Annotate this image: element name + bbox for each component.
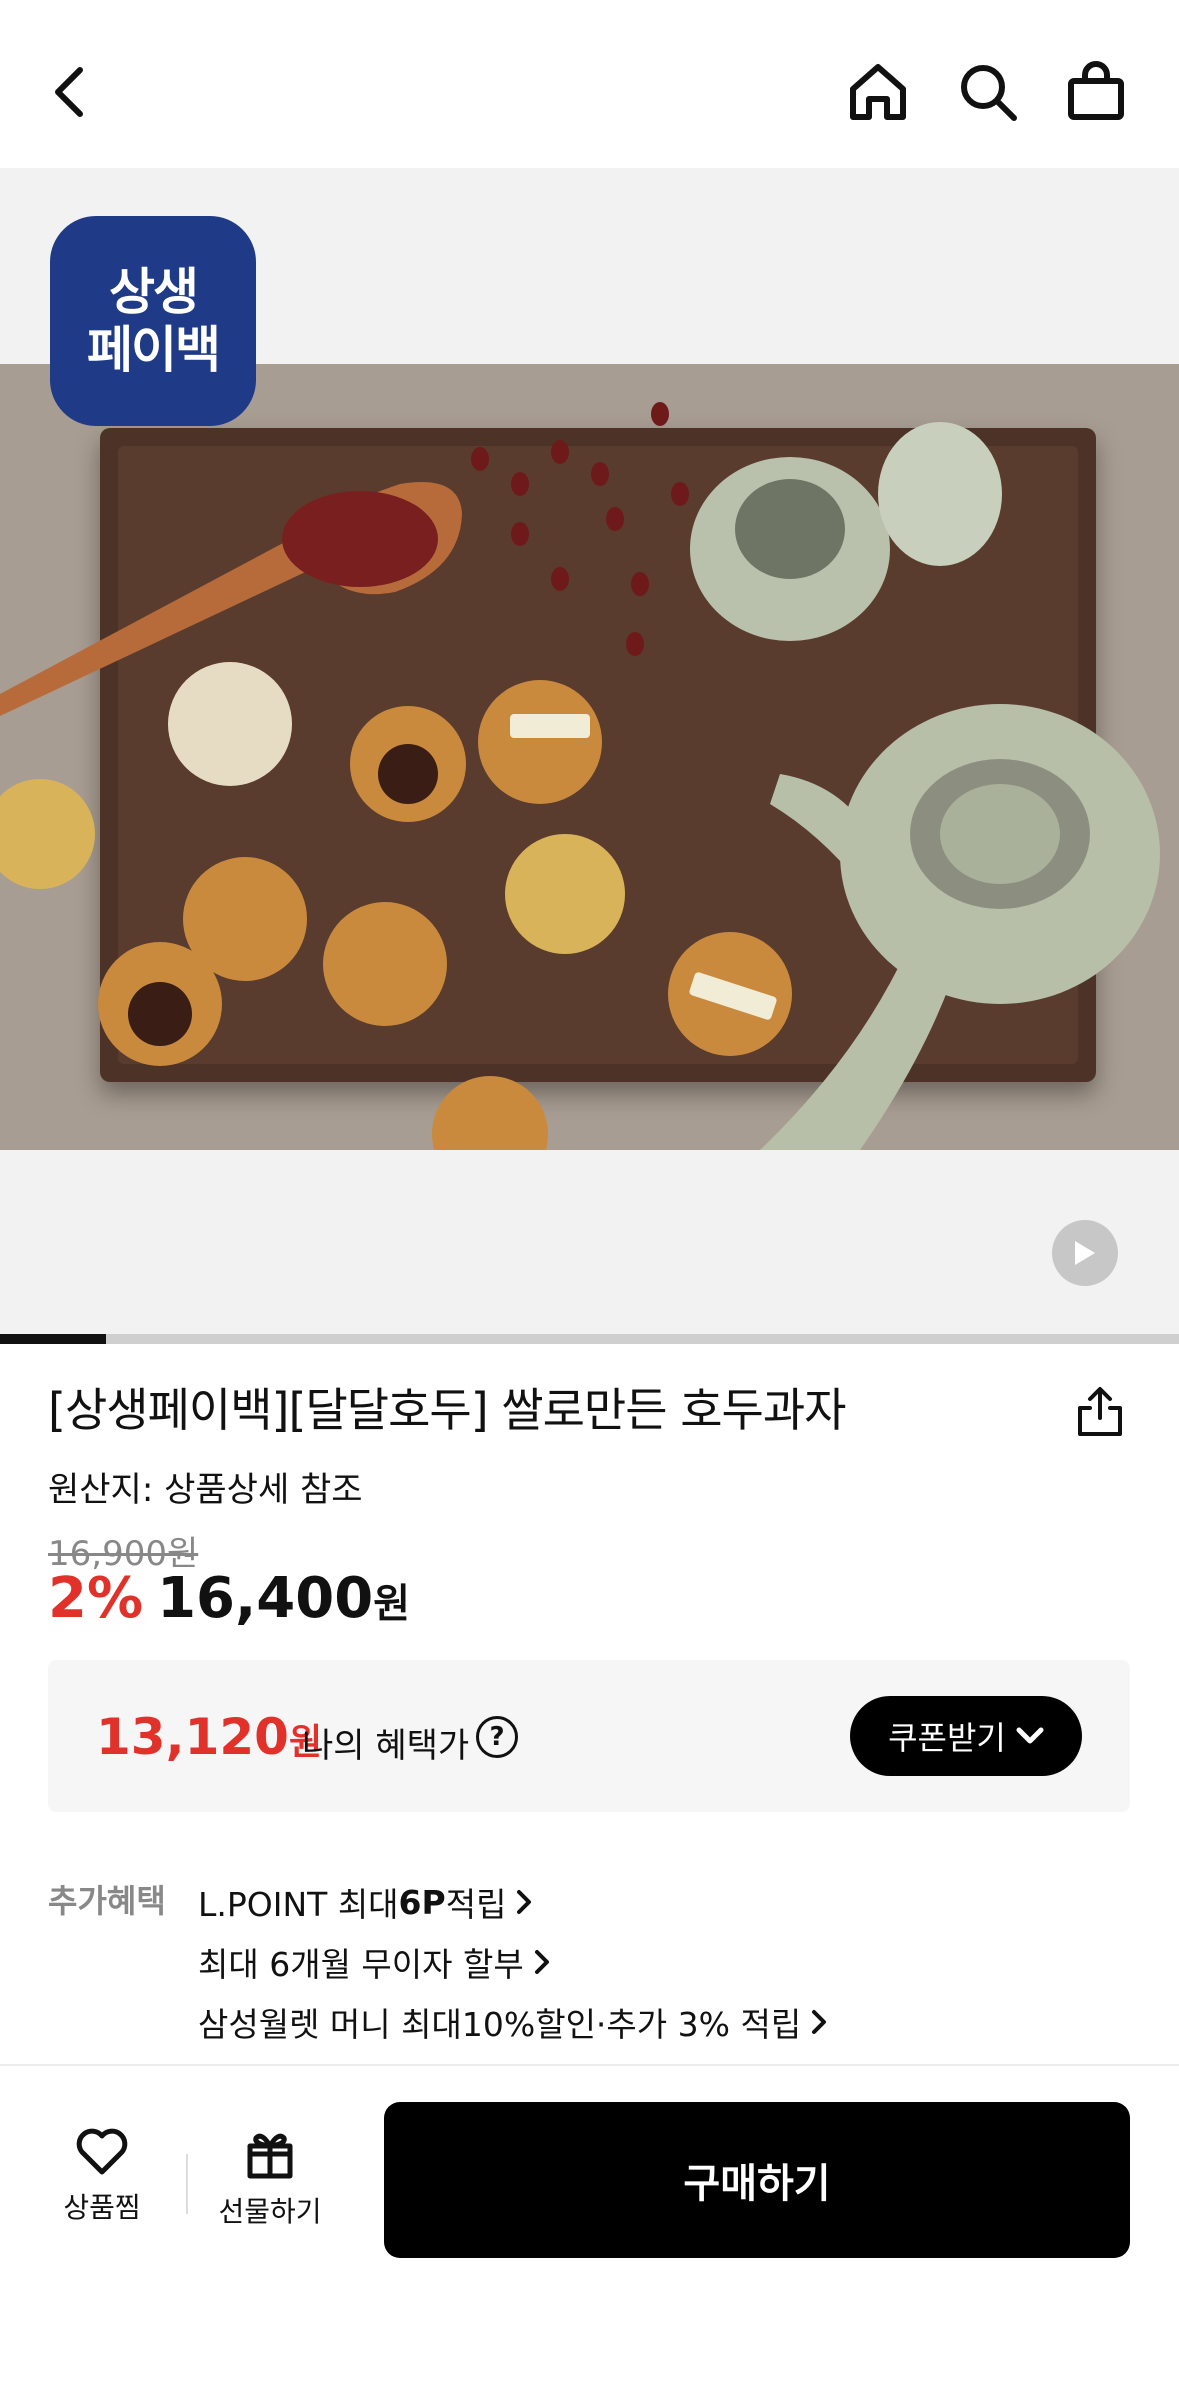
discount-rate: 2% [48,1566,144,1631]
video-play-button[interactable] [1052,1220,1118,1286]
walnut-cakes-illustration [0,402,1160,1150]
gift-button[interactable]: 선물하기 [200,2128,340,2230]
sangsaeng-payback-badge: 상생 페이백 [50,216,256,426]
play-icon [1075,1241,1095,1265]
share-icon [1078,1387,1122,1436]
bottom-action-bar: 상품찜 선물하기 구매하기 [0,2064,1179,2396]
badge-line2: 페이백 [87,321,221,379]
price-row: 2% 16,400 원 [48,1566,410,1631]
product-image-gallery[interactable]: 상생 페이백 [0,168,1179,1338]
buy-button[interactable]: 구매하기 [384,2102,1130,2258]
gallery-progress-track [0,1334,1179,1344]
top-navigation-bar [0,0,1179,168]
benefit-item-text: 삼성월렛 머니 최대10%할인·추가 3% 적립 [198,2005,802,2044]
benefit-samsung-wallet-link[interactable]: 삼성월렛 머니 최대10%할인·추가 3% 적립 [198,1992,827,2052]
product-photo [0,364,1179,1150]
share-button[interactable] [1072,1384,1128,1440]
heart-icon [76,2128,128,2175]
benefit-price-value: 13,120 [96,1708,289,1766]
wishlist-label: 상품찜 [63,2191,141,2224]
bottom-divider [186,2154,188,2214]
back-button[interactable] [30,52,110,132]
chevron-right-icon [517,1890,532,1914]
gift-label: 선물하기 [218,2195,322,2228]
product-title: [상생페이백][달달호두] 쌀로만든 호두과자 [48,1383,846,1437]
chevron-left-icon [55,67,83,117]
chevron-down-icon [1016,1727,1044,1744]
origin-info: 원산지: 상품상세 참조 [48,1470,363,1510]
shopping-bag-icon [1068,61,1124,120]
search-button[interactable] [948,52,1028,132]
benefit-price-box: 13,120원 나의 혜택가 ? 쿠폰받기 [48,1660,1130,1812]
badge-line1: 상생 [109,263,199,321]
benefit-item-bold: 6P [398,1882,446,1922]
extra-benefits-label: 추가혜택 [48,1882,166,1920]
extra-benefits-list: L.POINT 최대 6P 적립 최대 6개월 무이자 할부 삼성월렛 머니 최… [198,1872,827,2052]
cart-button[interactable] [1056,52,1136,132]
gift-icon [247,2133,293,2179]
search-icon [961,65,1017,121]
gallery-progress-fill [0,1334,107,1344]
benefit-price: 13,120원 [96,1708,322,1766]
benefit-item-suffix: 적립 [445,1885,507,1924]
benefit-price-label: 나의 혜택가 [302,1726,470,1766]
chevron-right-icon [812,2010,827,2034]
coupon-button[interactable]: 쿠폰받기 [850,1696,1082,1776]
sale-price-currency: 원 [373,1581,410,1627]
coupon-button-label: 쿠폰받기 [888,1719,1006,1757]
sale-price: 16,400 [157,1566,374,1631]
benefit-item-text: 최대 6개월 무이자 할부 [198,1945,524,1984]
home-icon [850,64,906,120]
wishlist-button[interactable]: 상품찜 [32,2128,172,2226]
benefit-item-text: L.POINT 최대 [198,1885,399,1924]
help-icon[interactable]: ? [476,1716,518,1758]
benefit-installment-link[interactable]: 최대 6개월 무이자 할부 [198,1932,827,1992]
home-button[interactable] [838,52,918,132]
chevron-right-icon [534,1950,549,1974]
benefit-lpoint-link[interactable]: L.POINT 최대 6P 적립 [198,1872,827,1932]
